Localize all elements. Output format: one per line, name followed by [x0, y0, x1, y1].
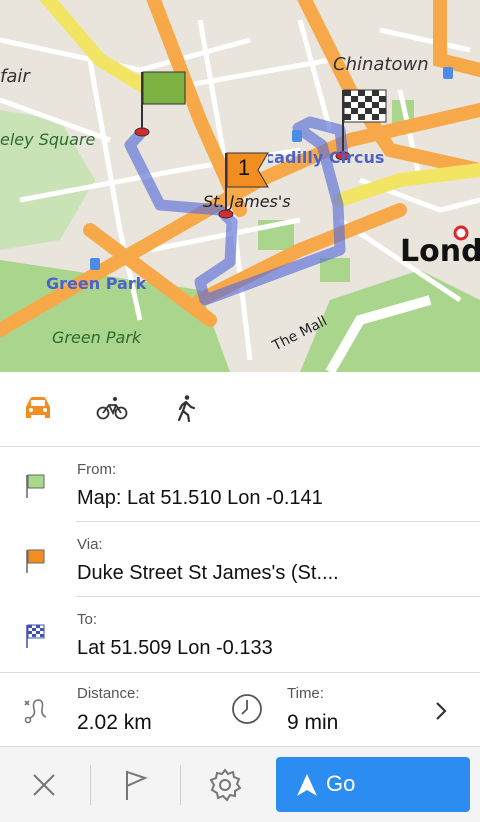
via-value: Duke Street St James's (St....: [77, 562, 339, 584]
transport-mode-bar: [0, 372, 480, 447]
tube-station-icon: [443, 67, 453, 79]
close-button[interactable]: [26, 767, 62, 803]
toolbar-divider: [180, 765, 181, 805]
time-label: Time:: [287, 685, 324, 702]
route-via-row[interactable]: Via: Duke Street St James's (St....: [0, 522, 480, 597]
tube-station-icon: [90, 258, 100, 270]
route-panel: From: Map: Lat 51.510 Lon -0.141 Via: Du…: [0, 372, 480, 822]
car-mode-button[interactable]: [22, 394, 54, 422]
map-label-chinatown: Chinatown: [333, 54, 429, 75]
bicycle-mode-button[interactable]: [96, 394, 128, 422]
clock-icon: [232, 694, 262, 724]
route-map[interactable]: fair eley Square Chinatown Piccadilly Ci…: [0, 0, 480, 372]
bottom-toolbar: Go: [0, 746, 480, 822]
go-label: Go: [326, 771, 356, 796]
navigation-arrow-icon: [297, 774, 317, 796]
map-label-green-park: Green Park: [52, 328, 142, 347]
distance-label: Distance:: [77, 685, 140, 702]
via-marker-number: 1: [237, 155, 251, 180]
bicycle-icon: [96, 397, 128, 420]
green-flag-icon: [26, 474, 45, 498]
time-value: 9 min: [287, 711, 339, 734]
orange-flag-icon: [26, 549, 45, 573]
flag-icon: [126, 771, 148, 800]
start-flag-marker[interactable]: [134, 71, 186, 137]
to-label: To:: [77, 611, 98, 628]
from-value: Map: Lat 51.510 Lon -0.141: [77, 487, 323, 509]
to-value: Lat 51.509 Lon -0.133: [77, 637, 273, 659]
gear-icon: [209, 768, 242, 802]
map-label-mayfair: fair: [0, 66, 30, 87]
car-icon: [26, 397, 50, 418]
go-button[interactable]: Go: [276, 757, 470, 812]
route-from-row[interactable]: From: Map: Lat 51.510 Lon -0.141: [0, 447, 480, 522]
route-distance-icon: [24, 699, 47, 724]
map-label-st-james: St. James's: [203, 192, 291, 211]
settings-button[interactable]: [207, 767, 243, 803]
tube-station-icon: [292, 130, 302, 142]
via-label: Via:: [77, 536, 103, 553]
map-label-london: Lond: [400, 234, 480, 269]
route-stats-row[interactable]: Distance: 2.02 km Time: 9 min: [0, 672, 480, 747]
chevron-right-icon[interactable]: [434, 701, 448, 721]
distance-value: 2.02 km: [77, 711, 152, 734]
checkered-flag-icon: [26, 624, 45, 648]
from-label: From:: [77, 461, 117, 478]
pedestrian-icon: [177, 395, 196, 423]
close-icon: [33, 774, 55, 796]
waypoints-button[interactable]: [118, 767, 154, 803]
map-label-green-park-station: Green Park: [46, 274, 147, 293]
map-label-berkeley-square: eley Square: [0, 130, 96, 149]
toolbar-divider: [90, 765, 91, 805]
pedestrian-mode-button[interactable]: [170, 394, 202, 423]
route-to-row[interactable]: To: Lat 51.509 Lon -0.133: [0, 597, 480, 672]
